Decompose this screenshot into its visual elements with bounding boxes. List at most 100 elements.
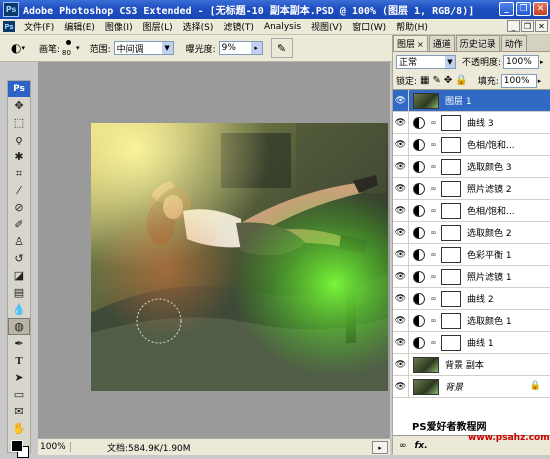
lock-all-icon[interactable]: 🔒 (455, 75, 467, 86)
exposure-input[interactable]: 9% ▸ (218, 41, 263, 55)
chain-link-icon[interactable]: ∞ (430, 228, 438, 237)
layer-row[interactable]: 👁 ∞ 照片滤镜 2 (393, 178, 550, 200)
tab-history[interactable]: 历史记录 (455, 35, 500, 51)
menu-edit[interactable]: 编辑(E) (59, 20, 100, 33)
menu-file[interactable]: 文件(F) (19, 20, 59, 33)
opacity-input[interactable]: 100% (503, 54, 540, 69)
hand-tool-icon[interactable]: ✋ (8, 420, 30, 437)
path-selection-tool-icon[interactable]: ➤ (8, 369, 30, 386)
gradient-tool-icon[interactable]: ▤ (8, 284, 30, 301)
menu-help[interactable]: 帮助(H) (391, 20, 433, 33)
eye-icon[interactable]: 👁 (393, 178, 409, 199)
chain-link-icon[interactable]: ∞ (430, 162, 438, 171)
layer-row[interactable]: 👁 ∞ 曲线 3 (393, 112, 550, 134)
menu-view[interactable]: 视图(V) (306, 20, 347, 33)
layer-row[interactable]: 👁 背景 副本 (393, 354, 550, 376)
eye-icon[interactable]: 👁 (393, 376, 409, 397)
sponge-tool-icon[interactable]: ◍ (8, 318, 30, 335)
menu-window[interactable]: 窗口(W) (347, 20, 391, 33)
tab-channels[interactable]: 通道 (428, 35, 455, 51)
chain-link-icon[interactable]: ∞ (430, 316, 438, 325)
doc-restore-button[interactable]: ❐ (521, 20, 534, 32)
tool-preset-picker[interactable]: ◐ ▾ (3, 38, 33, 58)
eye-icon[interactable]: 👁 (393, 288, 409, 309)
lasso-tool-icon[interactable]: ϙ (8, 131, 30, 148)
layer-row[interactable]: 👁 ∞ 色相/饱和... (393, 200, 550, 222)
menu-filter[interactable]: 滤镜(T) (218, 20, 259, 33)
eye-icon[interactable]: 👁 (393, 332, 409, 353)
eye-icon[interactable]: 👁 (393, 134, 409, 155)
layer-row[interactable]: 👁 ∞ 色彩平衡 1 (393, 244, 550, 266)
eraser-tool-icon[interactable]: ◪ (8, 267, 30, 284)
layer-row[interactable]: 👁 ∞ 曲线 2 (393, 288, 550, 310)
layer-row[interactable]: 👁 ∞ 色相/饱和... (393, 134, 550, 156)
type-tool-icon[interactable]: T (8, 352, 30, 369)
document-icon[interactable]: Ps (3, 21, 15, 32)
eye-icon[interactable]: 👁 (393, 244, 409, 265)
link-layers-icon[interactable]: ∞ (399, 441, 407, 451)
fill-input[interactable]: 100% (500, 73, 537, 88)
blur-tool-icon[interactable]: 💧 (8, 301, 30, 318)
foreground-color-swatch[interactable] (11, 440, 23, 452)
move-tool-icon[interactable]: ✥ (8, 97, 30, 114)
magic-wand-tool-icon[interactable]: ✱ (8, 148, 30, 165)
crop-tool-icon[interactable]: ⌗ (8, 165, 30, 182)
layer-row[interactable]: 👁 ∞ 选取颜色 3 (393, 156, 550, 178)
zoom-level[interactable]: 100% (38, 442, 71, 452)
blend-mode-select[interactable]: 正常 ▼ (396, 54, 456, 69)
menu-layer[interactable]: 图层(L) (138, 20, 178, 33)
layer-row[interactable]: 👁 ∞ 照片滤镜 1 (393, 266, 550, 288)
rectangle-tool-icon[interactable]: ▭ (8, 386, 30, 403)
close-button[interactable]: ✕ (533, 2, 548, 16)
minimize-button[interactable]: _ (499, 2, 514, 16)
brush-picker[interactable]: 80 (62, 38, 76, 58)
doc-close-button[interactable]: ✕ (535, 20, 548, 32)
healing-brush-tool-icon[interactable]: ⊘ (8, 199, 30, 216)
menu-select[interactable]: 选择(S) (178, 20, 219, 33)
brush-tool-icon[interactable]: ✐ (8, 216, 30, 233)
chain-link-icon[interactable]: ∞ (430, 140, 438, 149)
chain-link-icon[interactable]: ∞ (430, 250, 438, 259)
canvas-image[interactable] (91, 123, 388, 391)
menu-analysis[interactable]: Analysis (259, 22, 306, 32)
chain-link-icon[interactable]: ∞ (430, 118, 438, 127)
layer-row[interactable]: 👁 ∞ 曲线 1 (393, 332, 550, 354)
chain-link-icon[interactable]: ∞ (430, 184, 438, 193)
chain-link-icon[interactable]: ∞ (430, 272, 438, 281)
clone-stamp-tool-icon[interactable]: ♙ (8, 233, 30, 250)
airbrush-toggle[interactable]: ✎ (270, 38, 293, 58)
chain-link-icon[interactable]: ∞ (430, 338, 438, 347)
tab-layers[interactable]: 图层 × (393, 35, 428, 51)
lock-position-icon[interactable]: ✥ (444, 75, 452, 86)
eye-icon[interactable]: 👁 (393, 156, 409, 177)
eye-icon[interactable]: 👁 (393, 354, 409, 375)
tab-actions[interactable]: 动作 (500, 35, 527, 51)
layer-row[interactable]: 👁 图层 1 (393, 90, 550, 112)
menu-image[interactable]: 图像(I) (100, 20, 138, 33)
doc-minimize-button[interactable]: _ (507, 20, 520, 32)
pen-tool-icon[interactable]: ✒ (8, 335, 30, 352)
eyedropper-tool-icon[interactable]: ⁄ (8, 182, 30, 199)
notes-tool-icon[interactable]: ✉ (8, 403, 30, 420)
lock-transparent-icon[interactable]: ▦ (420, 75, 429, 86)
marquee-tool-icon[interactable]: ⬚ (8, 114, 30, 131)
eye-icon[interactable]: 👁 (393, 200, 409, 221)
layer-row[interactable]: 👁 ∞ 选取颜色 2 (393, 222, 550, 244)
chain-link-icon[interactable]: ∞ (430, 206, 438, 215)
eye-icon[interactable]: 👁 (393, 112, 409, 133)
fx-icon[interactable]: fx. (415, 441, 428, 451)
range-select[interactable]: 中间调 ▼ (113, 41, 174, 55)
restore-button[interactable]: ❐ (516, 2, 531, 16)
lock-image-icon[interactable]: ✎ (433, 75, 441, 86)
layer-row[interactable]: 👁 ∞ 选取颜色 1 (393, 310, 550, 332)
eye-icon[interactable]: 👁 (393, 266, 409, 287)
eye-icon[interactable]: 👁 (393, 90, 409, 111)
photoshop-app-icon[interactable]: Ps (3, 2, 19, 17)
eye-icon[interactable]: 👁 (393, 222, 409, 243)
opacity-slider-icon[interactable]: ▸ (540, 58, 544, 66)
brush-dropdown-icon[interactable]: ▾ (76, 44, 80, 52)
status-arrow-icon[interactable]: ▸ (372, 441, 388, 454)
fill-slider-icon[interactable]: ▸ (538, 77, 542, 85)
history-brush-tool-icon[interactable]: ↺ (8, 250, 30, 267)
eye-icon[interactable]: 👁 (393, 310, 409, 331)
